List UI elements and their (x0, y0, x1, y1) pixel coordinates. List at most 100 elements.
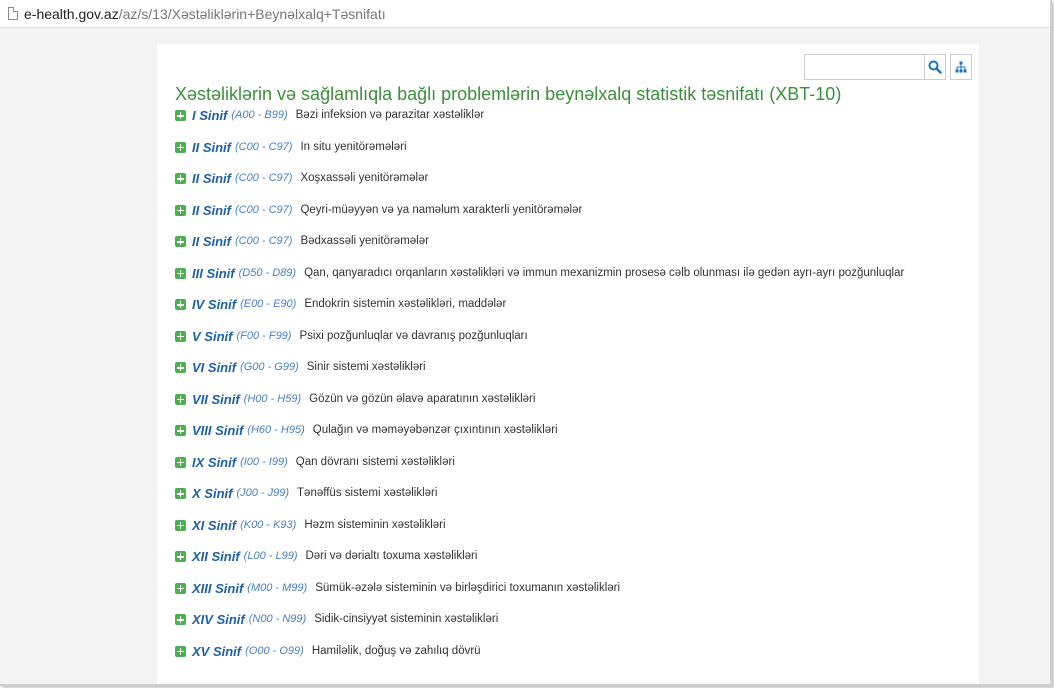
magnifier-icon (928, 60, 942, 74)
class-name-link[interactable]: II Sinif (192, 171, 231, 186)
class-name-link[interactable]: X Sinif (192, 486, 232, 501)
class-code-range: (C00 - C97) (235, 203, 293, 216)
class-description: Sinir sistemi xəstəlikləri (306, 361, 426, 373)
expand-plus-icon[interactable] (175, 519, 186, 531)
tree-view-button[interactable] (950, 54, 972, 80)
class-description: Bədxassəli yenitörəmələr (300, 235, 429, 247)
expand-plus-icon[interactable] (175, 299, 186, 310)
class-code-range: (K00 - K93) (240, 518, 297, 531)
class-description: Sümük-əzələ sisteminin və birləşdirici t… (315, 581, 621, 594)
class-name-link[interactable]: IX Sinif (192, 455, 236, 470)
class-code-range: (N00 - N99) (248, 613, 307, 625)
class-item: III Sinif (D50 - D89) Qan, qanyaradıcı o… (175, 266, 904, 298)
class-code-range: (D50 - D89) (238, 266, 297, 279)
search-box (804, 54, 974, 80)
class-description: Psixi pozğunluqlar və davranış pozğunluq… (299, 329, 528, 342)
class-name-link[interactable]: III Sinif (192, 266, 235, 281)
class-item: IX Sinif (I00 - I99) Qan dövranı sistemi… (175, 455, 904, 487)
expand-plus-icon[interactable] (175, 362, 186, 373)
class-name-link[interactable]: VII Sinif (192, 392, 240, 407)
class-item: II Sinif (C00 - C97) Qeyri-müəyyən və ya… (175, 203, 904, 235)
expand-plus-icon[interactable] (175, 488, 186, 499)
expand-plus-icon[interactable] (175, 425, 186, 436)
class-description: Bəzi infeksion və parazitar xəstəliklər (295, 109, 485, 121)
page-title: Xəstəliklərin və sağlamlıqla bağlı probl… (175, 84, 842, 104)
expand-plus-icon[interactable] (175, 582, 186, 594)
content-area: Xəstəliklərin və sağlamlıqla bağlı probl… (0, 29, 1050, 684)
address-bar[interactable]: e-health.gov.az/az/s/13/Xəstəliklərin+Be… (0, 0, 1050, 28)
class-item: II Sinif (C00 - C97) Bədxassəli yenitörə… (175, 234, 904, 266)
expand-plus-icon[interactable] (175, 141, 186, 153)
class-code-range: (M00 - M99) (247, 581, 308, 594)
class-description: Qulağın və məməyəbənzər çıxıntının xəstə… (312, 424, 558, 436)
class-code-range: (F00 - F99) (236, 329, 292, 342)
class-name-link[interactable]: II Sinif (192, 203, 231, 218)
class-item: V Sinif (F00 - F99) Psixi pozğunluqlar v… (175, 329, 904, 361)
class-item: X Sinif (J00 - J99) Tənəffüs sistemi xəs… (175, 486, 904, 518)
expand-plus-icon[interactable] (175, 267, 186, 279)
expand-plus-icon[interactable] (175, 456, 186, 468)
class-description: Qeyri-müəyyən və ya naməlum xarakterli y… (300, 203, 583, 216)
expand-plus-icon[interactable] (175, 204, 186, 216)
class-description: Xoşxassəli yenitörəmələr (300, 172, 429, 184)
class-name-link[interactable]: XIII Sinif (192, 581, 243, 596)
class-description: Gözün və gözün əlavə aparatının xəstəlik… (309, 392, 536, 405)
class-name-link[interactable]: I Sinif (192, 108, 227, 123)
class-item: VII Sinif (H00 - H59) Gözün və gözün əla… (175, 392, 904, 424)
expand-plus-icon[interactable] (175, 236, 186, 247)
content-panel: Xəstəliklərin və sağlamlıqla bağlı probl… (157, 44, 979, 684)
url[interactable]: e-health.gov.az/az/s/13/Xəstəliklərin+Be… (24, 6, 386, 22)
expand-plus-icon[interactable] (175, 110, 186, 121)
class-description: Tənəffüs sistemi xəstəlikləri (297, 487, 438, 499)
class-code-range: (C00 - C97) (235, 140, 293, 153)
class-item: XIII Sinif (M00 - M99) Sümük-əzələ siste… (175, 581, 904, 613)
class-item: XIV Sinif (N00 - N99) Sidik-cinsiyyət si… (175, 612, 904, 644)
expand-plus-icon[interactable] (175, 645, 186, 657)
class-item: I Sinif (A00 - B99) Bəzi infeksion və pa… (175, 108, 904, 140)
class-description: In situ yenitörəmələri (300, 140, 407, 153)
class-description: Dəri və dərialtı toxuma xəstəlikləri (305, 550, 478, 562)
class-code-range: (G00 - G99) (240, 361, 299, 373)
class-item: VIII Sinif (H60 - H95) Qulağın və məməyə… (175, 423, 904, 455)
class-item: XI Sinif (K00 - K93) Həzm sisteminin xəs… (175, 518, 904, 550)
class-item: XII Sinif (L00 - L99) Dəri və dərialtı t… (175, 549, 904, 581)
search-input[interactable] (804, 54, 924, 80)
expand-plus-icon[interactable] (175, 614, 186, 625)
class-code-range: (C00 - C97) (235, 235, 293, 247)
class-description: Həzm sisteminin xəstəlikləri (304, 518, 446, 531)
expand-plus-icon[interactable] (175, 551, 186, 562)
class-code-range: (L00 - L99) (243, 550, 298, 562)
class-name-link[interactable]: V Sinif (192, 329, 232, 344)
class-item: IV Sinif (E00 - E90) Endokrin sistemin x… (175, 297, 904, 329)
class-name-link[interactable]: XV Sinif (192, 644, 241, 659)
class-description: Sidik-cinsiyyət sisteminin xəstəlikləri (314, 613, 499, 625)
expand-plus-icon[interactable] (175, 330, 186, 342)
url-path: /az/s/13/Xəstəliklərin+Beynəlxalq+Təsnif… (118, 5, 386, 22)
class-code-range: (J00 - J99) (236, 487, 290, 499)
class-code-range: (A00 - B99) (231, 109, 288, 121)
class-name-link[interactable]: XI Sinif (192, 518, 236, 533)
class-code-range: (E00 - E90) (240, 298, 297, 310)
class-description: Qan, qanyaradıcı orqanların xəstəlikləri… (304, 266, 905, 279)
expand-plus-icon[interactable] (175, 173, 186, 184)
class-description: Hamiləlik, doğuş və zahılıq dövrü (311, 644, 481, 657)
class-code-range: (H00 - H59) (243, 392, 302, 405)
class-code-range: (C00 - C97) (235, 172, 293, 184)
class-code-range: (O00 - O99) (245, 644, 304, 657)
class-name-link[interactable]: VIII Sinif (192, 423, 243, 438)
class-name-link[interactable]: XIV Sinif (192, 612, 245, 627)
class-code-range: (H60 - H95) (247, 424, 305, 436)
class-item: II Sinif (C00 - C97) In situ yenitörəməl… (175, 140, 904, 172)
expand-plus-icon[interactable] (175, 393, 186, 405)
class-name-link[interactable]: VI Sinif (192, 360, 236, 375)
class-name-link[interactable]: XII Sinif (192, 549, 240, 564)
class-name-link[interactable]: IV Sinif (192, 297, 236, 312)
class-name-link[interactable]: II Sinif (192, 140, 231, 155)
class-name-link[interactable]: II Sinif (192, 234, 231, 249)
class-item: VI Sinif (G00 - G99) Sinir sistemi xəstə… (175, 360, 904, 392)
search-button[interactable] (924, 54, 946, 80)
class-list: I Sinif (A00 - B99) Bəzi infeksion və pa… (175, 108, 904, 675)
sitemap-icon (955, 61, 967, 73)
browser-window: e-health.gov.az/az/s/13/Xəstəliklərin+Be… (0, 0, 1052, 686)
class-item: XV Sinif (O00 - O99) Hamiləlik, doğuş və… (175, 644, 904, 676)
